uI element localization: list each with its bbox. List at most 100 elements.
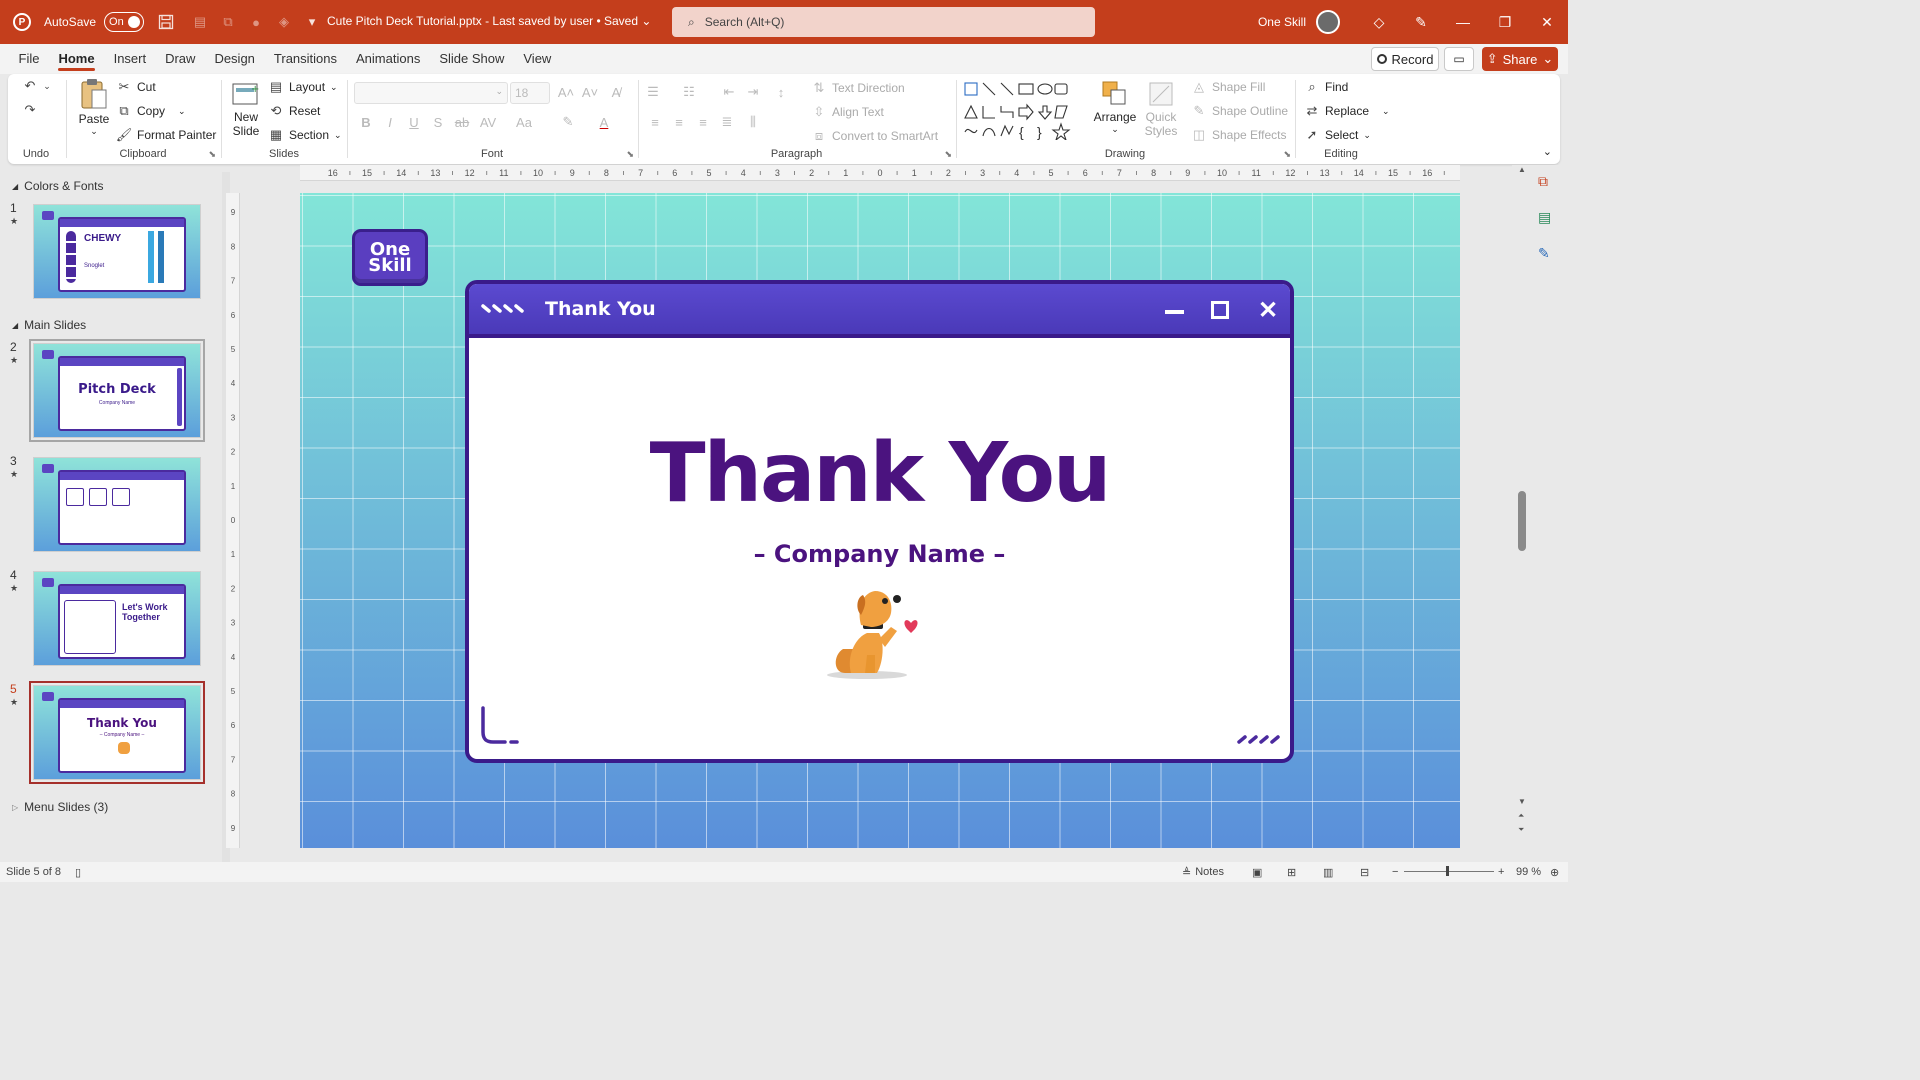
decrease-font-button[interactable]: A˅ bbox=[582, 84, 598, 100]
tab-slide-show[interactable]: Slide Show bbox=[430, 44, 514, 74]
columns-button[interactable]: ⫼ bbox=[745, 114, 761, 130]
section-menu-slides[interactable]: ▷ Menu Slides (3) bbox=[12, 800, 108, 814]
zoom-slider[interactable] bbox=[1404, 866, 1494, 876]
bold-button[interactable]: B bbox=[358, 114, 374, 130]
zoom-level[interactable]: 99 % bbox=[1516, 866, 1541, 878]
line-spacing-button[interactable]: ↕ bbox=[773, 84, 789, 100]
align-text-button[interactable]: ⇳ Align Text bbox=[811, 104, 884, 120]
slide-canvas[interactable]: One Skill Thank You ✕ Thank You – Compan… bbox=[300, 193, 1460, 848]
dialog-launcher-icon[interactable]: ⬊ bbox=[944, 149, 952, 160]
character-spacing-button[interactable]: AV bbox=[480, 114, 496, 130]
shapes-gallery[interactable]: {} bbox=[963, 80, 1083, 142]
font-color-button[interactable]: A bbox=[596, 114, 612, 130]
next-slide-icon[interactable]: ⏷ bbox=[1518, 825, 1524, 835]
strikethrough-button[interactable]: ab bbox=[454, 114, 470, 130]
slide-thumbnail-1[interactable]: CHEWY Snoglet bbox=[33, 204, 201, 299]
scroll-down-icon[interactable]: ▼ bbox=[1518, 797, 1526, 806]
shadow-button[interactable]: S bbox=[430, 114, 446, 130]
avatar[interactable] bbox=[1316, 10, 1340, 34]
paste-button[interactable]: Paste ⌄ bbox=[74, 78, 114, 137]
one-skill-logo[interactable]: One Skill bbox=[352, 229, 428, 286]
notes-button[interactable]: ≜ Notes bbox=[1182, 866, 1224, 879]
designer-icon[interactable]: ⧉ bbox=[1538, 173, 1548, 190]
underline-button[interactable]: U bbox=[406, 114, 422, 130]
dialog-launcher-icon[interactable]: ⬊ bbox=[1283, 149, 1291, 160]
slide-thumbnail-4[interactable]: Let's Work Together bbox=[33, 571, 201, 666]
font-size-dropdown[interactable]: 18 bbox=[510, 82, 550, 104]
align-left-button[interactable]: ≡ bbox=[647, 114, 663, 130]
shape-fill-button[interactable]: ◬ Shape Fill bbox=[1191, 79, 1265, 95]
dialog-launcher-icon[interactable]: ⬊ bbox=[208, 149, 216, 160]
increase-indent-button[interactable]: ⇥ bbox=[745, 84, 761, 100]
bullets-button[interactable]: ☰ bbox=[645, 84, 661, 100]
draw-pane-icon[interactable]: ✎ bbox=[1538, 245, 1550, 262]
accessibility-icon[interactable]: ▯ bbox=[75, 866, 81, 879]
format-painter-button[interactable]: 🖌 Format Painter bbox=[116, 127, 217, 143]
clear-formatting-button[interactable]: A̸ bbox=[608, 84, 624, 100]
quick-access-icon[interactable]: ◈ bbox=[270, 8, 298, 36]
redo-button[interactable]: ↷ bbox=[22, 102, 38, 118]
customize-toolbar-icon[interactable]: ▾ bbox=[298, 8, 326, 36]
replace-button[interactable]: ⇄ Replace ⌄ bbox=[1304, 103, 1390, 119]
quick-styles-button[interactable]: Quick Styles bbox=[1139, 78, 1183, 138]
highlight-button[interactable]: ✎ bbox=[560, 114, 576, 130]
slide-thumbnail-5[interactable]: Thank You – Company Name – bbox=[29, 681, 205, 784]
previous-slide-icon[interactable]: ⏶ bbox=[1518, 811, 1524, 821]
undo-button[interactable]: ↶ ⌄ bbox=[22, 78, 51, 94]
fit-to-window-icon[interactable]: ⊕ bbox=[1550, 866, 1559, 879]
search-box[interactable]: ⌕ Search (Alt+Q) bbox=[672, 7, 1095, 37]
autosave-toggle[interactable]: On bbox=[104, 12, 145, 32]
tab-transitions[interactable]: Transitions bbox=[264, 44, 346, 74]
section-main-slides[interactable]: ◢ Main Slides bbox=[12, 318, 86, 332]
decrease-indent-button[interactable]: ⇤ bbox=[721, 84, 737, 100]
share-button[interactable]: ⇪ Share ⌄ bbox=[1482, 47, 1558, 71]
tab-draw[interactable]: Draw bbox=[156, 44, 205, 74]
find-button[interactable]: ⌕ Find bbox=[1304, 79, 1348, 95]
dialog-launcher-icon[interactable]: ⬊ bbox=[626, 149, 634, 160]
save-icon[interactable] bbox=[152, 8, 180, 36]
align-center-button[interactable]: ≡ bbox=[671, 114, 687, 130]
quick-access-icon[interactable]: ▤ bbox=[186, 8, 214, 36]
minimize-icon[interactable]: — bbox=[1442, 0, 1484, 44]
tab-animations[interactable]: Animations bbox=[347, 44, 430, 74]
shape-outline-button[interactable]: ✎ Shape Outline bbox=[1191, 103, 1289, 119]
close-icon[interactable]: ✕ bbox=[1526, 0, 1568, 44]
quick-access-icon[interactable]: ● bbox=[242, 8, 270, 36]
numbering-button[interactable]: ☷ bbox=[681, 84, 697, 100]
pen-icon[interactable]: ✎ bbox=[1400, 0, 1442, 44]
justify-button[interactable]: ≣ bbox=[719, 114, 735, 130]
section-colors-fonts[interactable]: ◢ Colors & Fonts bbox=[12, 179, 104, 193]
align-right-button[interactable]: ≡ bbox=[695, 114, 711, 130]
layout-button[interactable]: ▤ Layout ⌄ bbox=[268, 79, 338, 95]
slide-thumbnail-3[interactable] bbox=[33, 457, 201, 552]
copy-button[interactable]: ⧉ Copy ⌄ bbox=[116, 103, 185, 119]
collapse-ribbon-icon[interactable]: ⌄ bbox=[1543, 145, 1552, 158]
normal-view-icon[interactable]: ▣ bbox=[1252, 866, 1262, 879]
format-pane-icon[interactable]: ▤ bbox=[1538, 209, 1551, 226]
diamond-icon[interactable]: ◇ bbox=[1358, 0, 1400, 44]
slide-window-frame[interactable]: Thank You ✕ Thank You – Company Name – bbox=[465, 280, 1294, 763]
tab-view[interactable]: View bbox=[514, 44, 561, 74]
cut-button[interactable]: ✂ Cut bbox=[116, 79, 156, 95]
scroll-up-icon[interactable]: ▲ bbox=[1518, 165, 1526, 174]
slide-sorter-icon[interactable]: ⊞ bbox=[1287, 866, 1296, 879]
scroll-thumb[interactable] bbox=[1518, 491, 1526, 551]
zoom-in-icon[interactable]: + bbox=[1498, 866, 1504, 878]
zoom-out-icon[interactable]: − bbox=[1392, 866, 1398, 878]
slideshow-icon[interactable]: ⊟ bbox=[1360, 866, 1369, 879]
increase-font-button[interactable]: A˄ bbox=[558, 84, 574, 100]
tab-insert[interactable]: Insert bbox=[104, 44, 156, 74]
new-slide-button[interactable]: + New Slide bbox=[226, 78, 266, 138]
comments-button[interactable]: ▭ bbox=[1444, 47, 1474, 71]
font-family-dropdown[interactable]: ⌄ bbox=[354, 82, 508, 104]
arrange-button[interactable]: Arrange ⌄ bbox=[1093, 78, 1137, 135]
select-button[interactable]: ➚ Select ⌄ bbox=[1304, 127, 1371, 143]
quick-access-icon[interactable]: ⧉ bbox=[214, 8, 242, 36]
text-direction-button[interactable]: ⇅ Text Direction bbox=[811, 80, 905, 96]
document-title[interactable]: Cute Pitch Deck Tutorial.pptx - Last sav… bbox=[327, 14, 651, 28]
italic-button[interactable]: I bbox=[382, 114, 398, 130]
reset-button[interactable]: ⟲ Reset bbox=[268, 103, 321, 119]
tab-design[interactable]: Design bbox=[205, 44, 264, 74]
change-case-button[interactable]: Aa bbox=[516, 114, 532, 130]
tab-home[interactable]: Home bbox=[49, 44, 104, 74]
